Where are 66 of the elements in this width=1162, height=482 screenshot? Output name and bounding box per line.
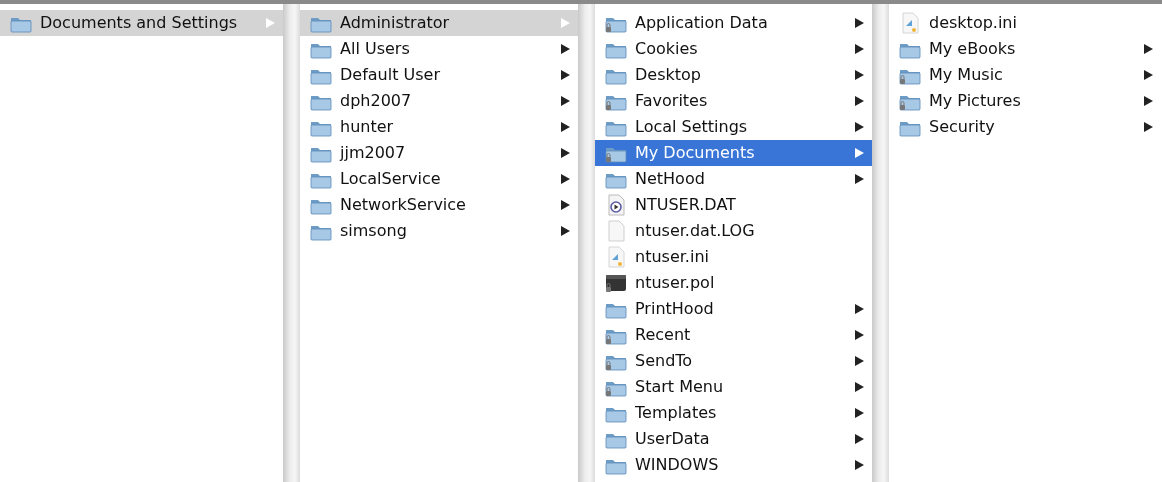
file-row[interactable]: My eBooks xyxy=(889,36,1161,62)
file-row[interactable]: NTUSER.DAT xyxy=(595,192,872,218)
file-row[interactable]: hunter xyxy=(300,114,578,140)
file-row[interactable]: UserData xyxy=(595,426,872,452)
file-row[interactable]: All Users xyxy=(300,36,578,62)
disclosure-arrow-icon xyxy=(1144,70,1153,80)
disclosure-arrow-icon xyxy=(561,148,570,158)
disclosure-arrow-icon xyxy=(855,148,864,158)
file-row[interactable]: Start Menu xyxy=(595,374,872,400)
disclosure-arrow-icon xyxy=(561,226,570,236)
file-row[interactable]: Default User xyxy=(300,62,578,88)
disclosure-arrow-icon xyxy=(855,304,864,314)
file-row[interactable]: My Documents xyxy=(595,140,872,166)
file-row[interactable]: ntuser.ini xyxy=(595,244,872,270)
disclosure-arrow-icon xyxy=(855,70,864,80)
disclosure-arrow-icon xyxy=(855,18,864,28)
file-row[interactable]: WINDOWS xyxy=(595,452,872,478)
file-row[interactable]: simsong xyxy=(300,218,578,244)
disclosure-arrow-icon xyxy=(855,96,864,106)
file-row[interactable]: jjm2007 xyxy=(300,140,578,166)
disclosure-arrow-icon xyxy=(855,122,864,132)
disclosure-arrow-icon xyxy=(561,44,570,54)
file-row[interactable]: Cookies xyxy=(595,36,872,62)
disclosure-arrow-icon xyxy=(1144,96,1153,106)
disclosure-arrow-icon xyxy=(561,70,570,80)
document-icon xyxy=(605,220,627,242)
file-row[interactable]: dph2007 xyxy=(300,88,578,114)
file-row[interactable]: Application Data xyxy=(595,10,872,36)
settings-file-icon xyxy=(899,12,921,34)
file-row[interactable]: My Pictures xyxy=(889,88,1161,114)
disclosure-arrow-icon xyxy=(561,96,570,106)
settings-file-icon xyxy=(605,246,627,268)
disclosure-arrow-icon xyxy=(855,330,864,340)
file-row[interactable]: Documents and Settings xyxy=(0,10,283,36)
disclosure-arrow-icon xyxy=(561,200,570,210)
disclosure-arrow-icon xyxy=(561,122,570,132)
disclosure-arrow-icon xyxy=(855,44,864,54)
file-row[interactable]: My Music xyxy=(889,62,1161,88)
file-row[interactable]: PrintHood xyxy=(595,296,872,322)
disclosure-arrow-icon xyxy=(1144,122,1153,132)
file-row[interactable]: NetworkService xyxy=(300,192,578,218)
file-row[interactable]: Local Settings xyxy=(595,114,872,140)
file-row[interactable]: ntuser.pol xyxy=(595,270,872,296)
disclosure-arrow-icon xyxy=(561,18,570,28)
disclosure-arrow-icon xyxy=(855,174,864,184)
disclosure-arrow-icon xyxy=(1144,44,1153,54)
file-row[interactable]: Administrator xyxy=(300,10,578,36)
disclosure-arrow-icon xyxy=(561,174,570,184)
disclosure-arrow-icon xyxy=(855,382,864,392)
file-row[interactable]: Desktop xyxy=(595,62,872,88)
disclosure-arrow-icon xyxy=(266,18,275,28)
disclosure-arrow-icon xyxy=(855,434,864,444)
file-row[interactable]: SendTo xyxy=(595,348,872,374)
file-row[interactable]: NetHood xyxy=(595,166,872,192)
file-row[interactable]: Favorites xyxy=(595,88,872,114)
file-row[interactable]: desktop.ini xyxy=(889,10,1161,36)
file-row[interactable]: Security xyxy=(889,114,1161,140)
file-row[interactable]: Recent xyxy=(595,322,872,348)
media-file-icon xyxy=(605,194,627,216)
disclosure-arrow-icon xyxy=(855,460,864,470)
disclosure-arrow-icon xyxy=(855,356,864,366)
file-row[interactable]: ntuser.dat.LOG xyxy=(595,218,872,244)
file-row[interactable]: Templates xyxy=(595,400,872,426)
disclosure-arrow-icon xyxy=(855,408,864,418)
file-row[interactable]: LocalService xyxy=(300,166,578,192)
terminal-file-icon xyxy=(605,272,627,294)
